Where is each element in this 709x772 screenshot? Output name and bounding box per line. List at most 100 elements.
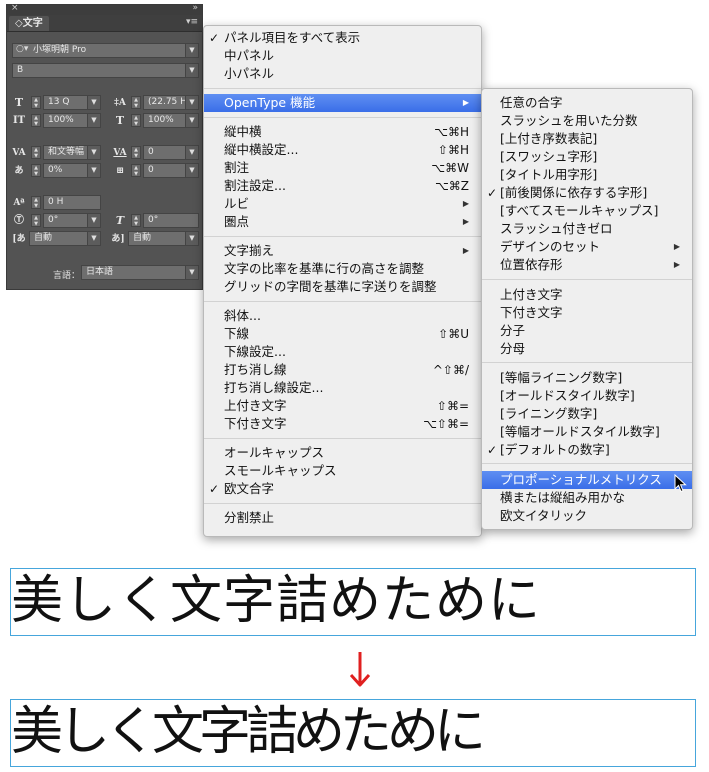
menu-item-22[interactable]: ✓ 欧文合字 bbox=[204, 480, 481, 498]
leading-icon: ‡A bbox=[114, 98, 126, 108]
menu-item-label: 文字揃え bbox=[224, 243, 275, 258]
aki-left-select[interactable]: 自動 ▼ bbox=[29, 231, 101, 246]
tsume-field[interactable]: 0% ▼ bbox=[43, 163, 101, 178]
submenu-item-6[interactable]: [すべてスモールキャップス] bbox=[482, 202, 692, 220]
tab-character[interactable]: ◇文字 bbox=[9, 16, 49, 31]
character-panel: × » ◇文字 ▾≡ 小塚明朝 Pro ▼ ○▾ B ▼ T ▲ ▼ 13 Q ▼… bbox=[6, 3, 203, 290]
kerning-stepper[interactable]: ▲ ▼ bbox=[31, 146, 41, 159]
kerning-select[interactable]: 和文等幅 ▼ bbox=[43, 145, 101, 160]
text-before: 美しく文字詰めために bbox=[11, 571, 542, 631]
submenu-item-4[interactable]: [タイトル用字形] bbox=[482, 166, 692, 184]
menu-item-13[interactable]: 斜体... bbox=[204, 307, 481, 325]
kerning-value: 和文等幅 bbox=[48, 147, 85, 157]
submenu-item-14[interactable]: [等幅ライニング数字] bbox=[482, 369, 692, 387]
menu-item-5[interactable]: 縦中横設定... ⇧⌘H bbox=[204, 141, 481, 159]
menu-item-20[interactable]: オールキャップス bbox=[204, 444, 481, 462]
submenu-item-3[interactable]: [スワッシュ字形] bbox=[482, 148, 692, 166]
menu-item-10[interactable]: 文字揃え ▶ bbox=[204, 242, 481, 260]
menu-item-6[interactable]: 割注 ⌥⌘W bbox=[204, 159, 481, 177]
submenu-item-10[interactable]: 上付き文字 bbox=[482, 286, 692, 304]
aki-right-select[interactable]: 自動 ▼ bbox=[128, 231, 199, 246]
submenu-item-16[interactable]: [ライニング数字] bbox=[482, 405, 692, 423]
menu-item-15[interactable]: 下線設定... bbox=[204, 343, 481, 361]
tracking-stepper[interactable]: ▲ ▼ bbox=[131, 146, 141, 159]
submenu-item-20[interactable]: 横または縦組み用かな bbox=[482, 489, 692, 507]
menu-item-14[interactable]: 下線 ⇧⌘U bbox=[204, 325, 481, 343]
submenu-item-label: [スワッシュ字形] bbox=[500, 149, 598, 164]
vertical-scale-stepper[interactable]: ▲ ▼ bbox=[31, 114, 41, 127]
leading-stepper[interactable]: ▲ ▼ bbox=[131, 96, 141, 109]
menu-item-19[interactable]: 下付き文字 ⌥⇧⌘= bbox=[204, 415, 481, 433]
menu-item-label: 割注 bbox=[224, 160, 250, 175]
menu-separator bbox=[204, 88, 481, 89]
close-icon[interactable]: × bbox=[11, 3, 19, 13]
rotation-stepper[interactable]: ▲ ▼ bbox=[31, 214, 41, 227]
font-style-select[interactable]: B ▼ bbox=[12, 63, 199, 78]
skew-value: 0° bbox=[148, 215, 159, 225]
language-select[interactable]: 日本語 ▼ bbox=[81, 265, 199, 280]
submenu-item-19[interactable]: プロポーショナルメトリクス bbox=[482, 471, 692, 489]
shortcut-label: ⇧⌘= bbox=[436, 399, 469, 413]
submenu-item-12[interactable]: 分子 bbox=[482, 322, 692, 340]
aki-stepper[interactable]: ▲ ▼ bbox=[131, 164, 141, 177]
font-size-icon: T bbox=[14, 96, 24, 109]
menu-item-17[interactable]: 打ち消し線設定... bbox=[204, 379, 481, 397]
submenu-item-13[interactable]: 分母 bbox=[482, 340, 692, 358]
submenu-item-label: [ライニング数字] bbox=[500, 406, 598, 421]
leading-field[interactable]: (22.75 H) ▼ bbox=[143, 95, 199, 110]
submenu-item-7[interactable]: スラッシュ付きゼロ bbox=[482, 220, 692, 238]
skew-field[interactable]: 0° bbox=[143, 213, 199, 228]
submenu-item-8[interactable]: デザインのセット ▶ bbox=[482, 238, 692, 256]
collapse-icon[interactable]: » bbox=[192, 3, 198, 13]
chevron-down-icon: ▼ bbox=[87, 96, 100, 109]
menu-item-8[interactable]: ルビ ▶ bbox=[204, 195, 481, 213]
menu-item-label: 下付き文字 bbox=[224, 416, 287, 431]
menu-item-0[interactable]: ✓ パネル項目をすべて表示 bbox=[204, 29, 481, 47]
submenu-item-label: 欧文イタリック bbox=[500, 508, 588, 523]
submenu-item-0[interactable]: 任意の合字 bbox=[482, 94, 692, 112]
submenu-item-11[interactable]: 下付き文字 bbox=[482, 304, 692, 322]
menu-item-16[interactable]: 打ち消し線 ^⇧⌘/ bbox=[204, 361, 481, 379]
vertical-scale-field[interactable]: 100% ▼ bbox=[43, 113, 101, 128]
submenu-item-1[interactable]: スラッシュを用いた分数 bbox=[482, 112, 692, 130]
menu-item-11[interactable]: 文字の比率を基準に行の高さを調整 bbox=[204, 260, 481, 278]
menu-item-9[interactable]: 圏点 ▶ bbox=[204, 213, 481, 231]
menu-item-2[interactable]: 小パネル bbox=[204, 65, 481, 83]
submenu-item-2[interactable]: [上付き序数表記] bbox=[482, 130, 692, 148]
font-size-stepper[interactable]: ▲ ▼ bbox=[31, 96, 41, 109]
horizontal-scale-field[interactable]: 100% ▼ bbox=[143, 113, 199, 128]
skew-stepper[interactable]: ▲ ▼ bbox=[131, 214, 141, 227]
submenu-item-5[interactable]: ✓ [前後関係に依存する字形] bbox=[482, 184, 692, 202]
font-family-select[interactable]: 小塚明朝 Pro ▼ bbox=[12, 43, 199, 58]
submenu-item-21[interactable]: 欧文イタリック bbox=[482, 507, 692, 525]
chevron-down-icon: ▼ bbox=[185, 64, 198, 77]
baseline-shift-stepper[interactable]: ▲ ▼ bbox=[31, 196, 41, 209]
tracking-field[interactable]: 0 ▼ bbox=[143, 145, 199, 160]
menu-item-7[interactable]: 割注設定... ⌥⌘Z bbox=[204, 177, 481, 195]
menu-item-23[interactable]: 分割禁止 bbox=[204, 509, 481, 527]
rotation-field[interactable]: 0° ▼ bbox=[43, 213, 101, 228]
baseline-shift-field[interactable]: 0 H bbox=[43, 195, 101, 210]
submenu-item-9[interactable]: 位置依存形 ▶ bbox=[482, 256, 692, 274]
submenu-item-15[interactable]: [オールドスタイル数字] bbox=[482, 387, 692, 405]
submenu-arrow-icon: ▶ bbox=[462, 199, 469, 208]
submenu-item-18[interactable]: ✓ [デフォルトの数字] bbox=[482, 441, 692, 459]
submenu-item-label: デザインのセット bbox=[500, 239, 601, 254]
horizontal-scale-stepper[interactable]: ▲ ▼ bbox=[131, 114, 141, 127]
menu-item-1[interactable]: 中パネル bbox=[204, 47, 481, 65]
menu-item-label: スモールキャップス bbox=[224, 463, 337, 478]
menu-item-3[interactable]: OpenType 機能 ▶ bbox=[204, 94, 481, 112]
menu-item-21[interactable]: スモールキャップス bbox=[204, 462, 481, 480]
font-size-field[interactable]: 13 Q ▼ bbox=[43, 95, 101, 110]
menu-item-4[interactable]: 縦中横 ⌥⌘H bbox=[204, 123, 481, 141]
menu-item-label: 斜体... bbox=[224, 308, 261, 323]
chevron-down-icon: ▼ bbox=[87, 232, 100, 245]
menu-item-12[interactable]: グリッドの字間を基準に字送りを調整 bbox=[204, 278, 481, 296]
tsume-stepper[interactable]: ▲ ▼ bbox=[31, 164, 41, 177]
submenu-item-label: [デフォルトの数字] bbox=[500, 442, 610, 457]
submenu-item-label: スラッシュ付きゼロ bbox=[500, 221, 613, 236]
submenu-item-17[interactable]: [等幅オールドスタイル数字] bbox=[482, 423, 692, 441]
menu-item-18[interactable]: 上付き文字 ⇧⌘= bbox=[204, 397, 481, 415]
panel-menu-icon[interactable]: ▾≡ bbox=[186, 17, 198, 27]
aki-field[interactable]: 0 ▼ bbox=[143, 163, 199, 178]
